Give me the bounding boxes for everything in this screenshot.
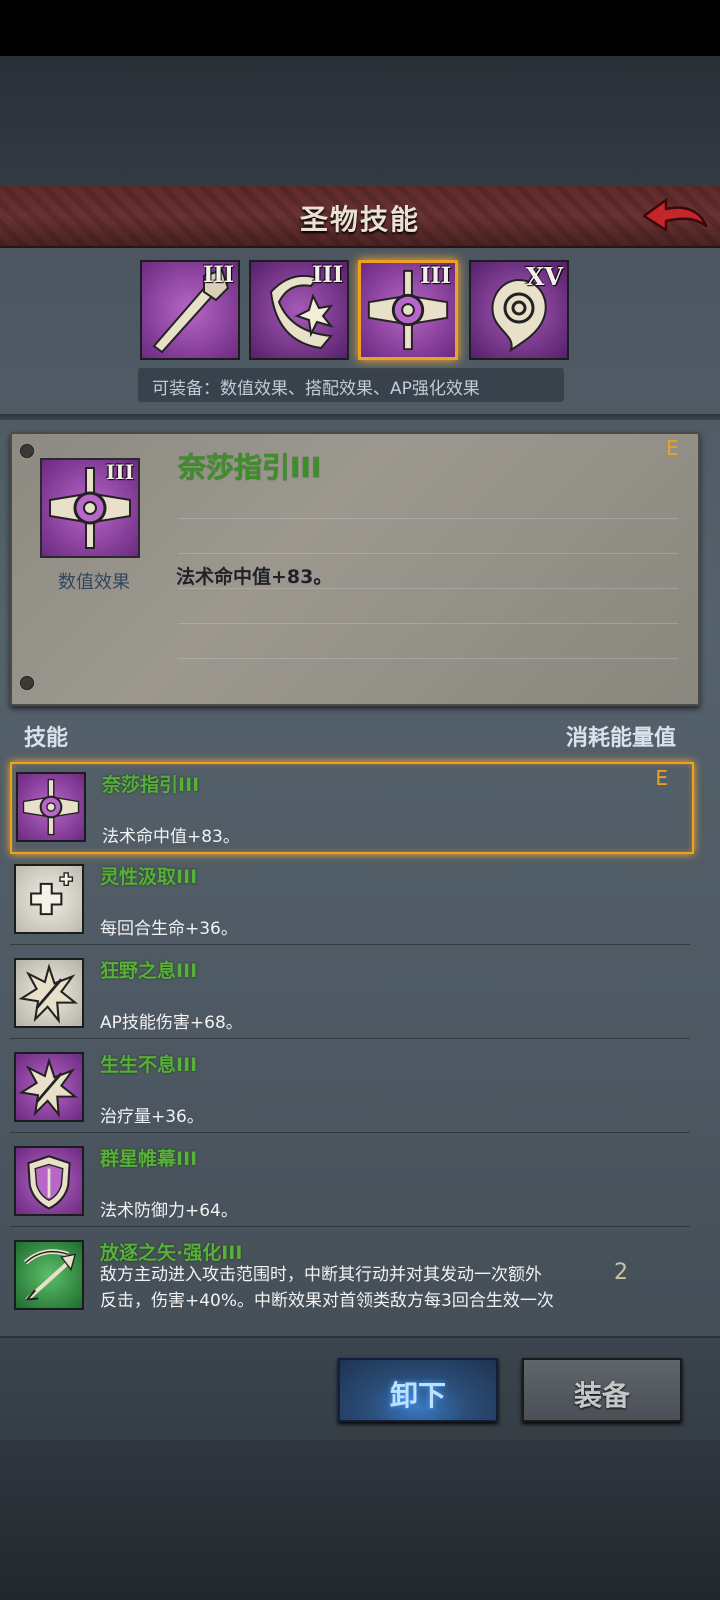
heal-burst-icon [18, 1057, 79, 1118]
skill-name: 群星帷幕III [100, 1148, 198, 1170]
skill-energy-cost: 2 [614, 1260, 628, 1285]
crosshair-cross-icon [22, 778, 80, 836]
skill-icon [14, 958, 84, 1028]
rivet-icon [20, 676, 34, 690]
skill-name: 灵性汲取III [100, 866, 198, 888]
detail-grade-badge: E [666, 436, 679, 460]
skill-row-5[interactable]: 群星帷幕III 法术防御力+64。 [10, 1138, 690, 1227]
list-header-cost: 消耗能量值 [565, 726, 676, 751]
top-background [0, 56, 720, 186]
panel-header: 圣物技能 [0, 186, 720, 248]
skill-icon [14, 1146, 84, 1216]
back-button[interactable] [640, 192, 710, 242]
relic-tab-guidance[interactable]: III [358, 260, 458, 360]
health-plus-icon [30, 872, 74, 916]
detail-skill-name: 奈莎指引III [178, 451, 322, 484]
skill-icon [16, 772, 86, 842]
skill-desc: 敌方主动进入攻击范围时，中断其行动并对其发动一次额外 反击，伤害+40%。中断效… [100, 1265, 554, 1311]
skill-icon [14, 1240, 84, 1310]
skill-name: 放逐之矢·强化III [100, 1242, 243, 1264]
skill-name: 生生不息III [100, 1054, 198, 1076]
skill-desc: AP技能伤害+68。 [100, 1013, 243, 1033]
bow-arrow-icon [23, 1249, 77, 1302]
detail-category: 数值效果 [58, 572, 130, 593]
bottom-background [0, 1440, 720, 1600]
relic-tab-staff[interactable]: III [140, 260, 240, 360]
skill-row-1[interactable]: 奈莎指引III 法术命中值+83。 E [10, 762, 694, 854]
skill-name: 狂野之息III [100, 960, 198, 982]
list-header-skill: 技能 [24, 726, 69, 751]
divider [0, 414, 720, 420]
skill-desc: 法术命中值+83。 [102, 827, 240, 847]
relic-tab-claw[interactable]: III [249, 260, 349, 360]
detail-effect: 法术命中值+83。 [176, 566, 333, 588]
skill-desc: 每回合生命+36。 [100, 919, 238, 939]
rivet-icon [20, 444, 34, 458]
burst-icon [18, 963, 79, 1024]
detail-skill-icon: III [40, 458, 140, 558]
page-title: 圣物技能 [299, 203, 420, 236]
skill-row-3[interactable]: 狂野之息III AP技能伤害+68。 [10, 950, 690, 1039]
skill-icon [14, 1052, 84, 1122]
back-arrow-icon [642, 198, 708, 232]
skill-desc: 治疗量+36。 [100, 1107, 204, 1127]
skill-row-4[interactable]: 生生不息III 治疗量+36。 [10, 1044, 690, 1133]
equip-button[interactable]: 装备 [522, 1358, 682, 1422]
relic-tab-horn[interactable]: XV [469, 260, 569, 360]
shield-icon [27, 1155, 71, 1210]
skill-desc: 法术防御力+64。 [100, 1201, 238, 1221]
equip-hint: 可装备：数值效果、搭配效果、AP强化效果 [138, 368, 564, 402]
skill-icon [14, 864, 84, 934]
status-bar-area [0, 0, 720, 56]
skill-name: 奈莎指引III [102, 774, 200, 796]
skill-grade-badge: E [655, 766, 668, 790]
unequip-button[interactable]: 卸下 [338, 1358, 498, 1422]
skill-row-6[interactable]: 放逐之矢·强化III 敌方主动进入攻击范围时，中断其行动并对其发动一次额外 反击… [10, 1232, 690, 1320]
skill-row-2[interactable]: 灵性汲取III 每回合生命+36。 [10, 856, 690, 945]
